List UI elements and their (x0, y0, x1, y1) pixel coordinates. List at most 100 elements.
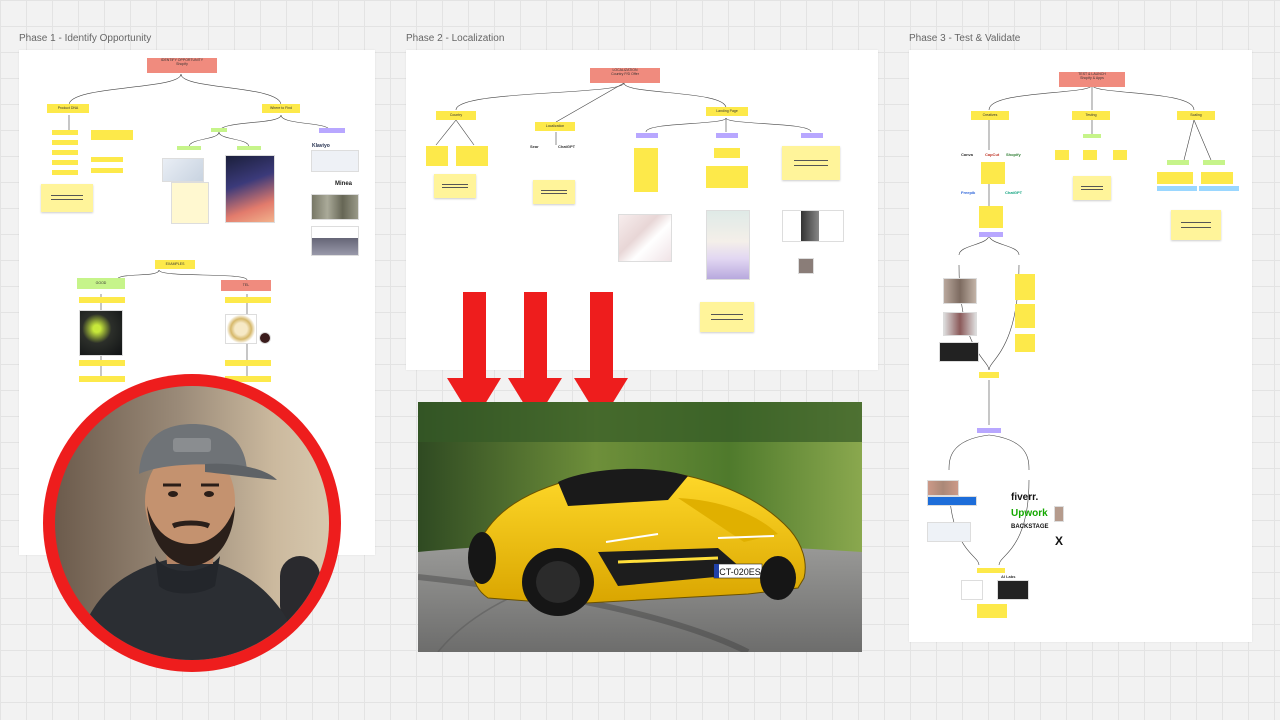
backstage-logo: BACKSTAGE (1011, 524, 1049, 530)
scaling-tree-a[interactable] (1157, 186, 1197, 191)
presenter-illustration (75, 424, 320, 660)
bad-example-1[interactable] (225, 297, 271, 303)
testing-sub[interactable] (1083, 134, 1101, 138)
phase1-root-node[interactable]: IDENTIFY OPPORTUNITY Shopify (147, 58, 217, 73)
country-node[interactable]: Country (436, 111, 476, 120)
final-note[interactable] (977, 604, 1007, 618)
scaling-tree-b[interactable] (1199, 186, 1239, 191)
find-sub-a[interactable] (177, 146, 201, 150)
supercar-illustration: CT-020ES (418, 402, 862, 652)
app-chatgpt-logo: ChatGPT (558, 144, 576, 149)
find-sub-b[interactable] (237, 146, 261, 150)
dna-sub-2[interactable] (52, 140, 78, 145)
fiverr-logo: fiverr. (1011, 492, 1039, 503)
find-sub-c[interactable] (319, 128, 345, 133)
lp-note-2[interactable] (714, 148, 740, 158)
scaling-sub-a[interactable] (1167, 160, 1189, 165)
testing-sticky[interactable] (1073, 176, 1111, 200)
landing-page-examples-2 (706, 210, 750, 280)
product-dna-node[interactable]: Product DNA (47, 104, 89, 113)
dna-sub-5[interactable] (52, 170, 78, 175)
upwork-logo: Upwork (1011, 508, 1048, 519)
lp-sub-3[interactable] (801, 133, 823, 138)
bad-product-image (225, 314, 257, 344)
arrow-middle-shaft (524, 292, 547, 380)
chatgpt-logo: ChatGPT (1005, 190, 1023, 195)
freepik-logo: Freepik (961, 190, 976, 195)
good-node[interactable]: GOOD (77, 278, 125, 289)
lp-note-1[interactable] (634, 148, 658, 192)
scaling-sticky[interactable] (1171, 210, 1221, 240)
find-sub-node[interactable] (211, 128, 227, 132)
bad-example-2[interactable] (225, 360, 271, 366)
scaling-sub-b[interactable] (1203, 160, 1225, 165)
landing-page-examples-1 (618, 214, 672, 262)
klaviyo-screenshot (311, 150, 359, 172)
arrow-left-shaft (463, 292, 486, 380)
phase1-sticky-1[interactable] (41, 184, 93, 212)
scaling-node[interactable]: Scaling (1177, 111, 1215, 120)
creatives-note-2[interactable] (979, 206, 1003, 228)
good-example-2[interactable] (79, 360, 125, 366)
platform-thumb (927, 522, 971, 542)
phase3-title: Phase 3 - Test & Validate (909, 33, 1021, 44)
spy-tool-screenshot (162, 158, 204, 182)
landing-page-sticky[interactable] (700, 302, 754, 332)
lp-sticky-3[interactable] (782, 146, 840, 180)
app-seo-logo: Sear (530, 144, 539, 149)
phase1-root-sub: Shopify (176, 62, 188, 67)
ad-bar-thumb (927, 496, 977, 506)
testing-c[interactable] (1113, 150, 1127, 160)
examples-node[interactable]: EXAMPLES (155, 260, 195, 269)
testing-a[interactable] (1055, 150, 1069, 160)
good-product-image (79, 310, 123, 356)
phase2-root-node[interactable]: LOCALIZATION Country P/D Offer (590, 68, 660, 83)
bad-node[interactable]: TEL (221, 280, 271, 291)
testing-b[interactable] (1083, 150, 1097, 160)
phase3-root-node[interactable]: TEST & LAUNCH Shopify & Apps (1059, 72, 1125, 87)
localization-node[interactable]: Localization (535, 122, 575, 131)
presenter-photo (55, 386, 329, 660)
lp-sub-2[interactable] (716, 133, 738, 138)
localization-sticky[interactable] (533, 180, 575, 204)
product-grid-screenshot (311, 194, 359, 220)
outsourcing-node[interactable] (977, 428, 1001, 433)
lp-note-3[interactable] (706, 166, 748, 188)
creatives-node[interactable]: Creatives (971, 111, 1009, 120)
ugc-thumb-1 (943, 278, 977, 304)
dna-side-note[interactable] (91, 130, 133, 140)
country-sub-1[interactable] (426, 146, 448, 166)
creatives-note[interactable] (981, 162, 1005, 184)
canva-logo: Canva (961, 152, 974, 157)
phase2-root-sub: Country P/D Offer (611, 72, 639, 77)
merge-node[interactable] (979, 372, 999, 378)
scaling-note-b[interactable] (1201, 172, 1233, 184)
klaviyo-logo: Klaviyo (312, 143, 330, 149)
dna-side-3[interactable] (91, 168, 123, 173)
dna-side-2[interactable] (91, 157, 123, 162)
ugc-note-3[interactable] (1015, 334, 1035, 352)
scaling-note-a[interactable] (1157, 172, 1193, 184)
lp-sub-1[interactable] (636, 133, 658, 138)
capcut-logo: CapCut (985, 152, 1000, 157)
dna-sub-4[interactable] (52, 160, 78, 165)
phase3-board[interactable]: TEST & LAUNCH Shopify & Apps Creatives T… (909, 50, 1252, 642)
ugc-note-2[interactable] (1015, 304, 1035, 328)
country-sticky[interactable] (434, 174, 476, 198)
landing-page-node[interactable]: Landing Page (706, 107, 748, 116)
phase2-title: Phase 2 - Localization (406, 33, 505, 44)
creatives-sub[interactable] (979, 232, 1003, 237)
phase1-title: Phase 1 - Identify Opportunity (19, 33, 152, 44)
phase3-root-sub: Shopify & Apps (1080, 76, 1104, 81)
dna-sub-1[interactable] (52, 130, 78, 135)
ugc-note-1[interactable] (1015, 274, 1035, 300)
where-to-find-node[interactable]: Where to Find (262, 104, 300, 113)
dna-sub-3[interactable] (52, 150, 78, 155)
country-sub-2[interactable] (456, 146, 488, 166)
landing-page-examples-4 (798, 258, 814, 274)
good-example-3[interactable] (79, 376, 125, 382)
arrow-right-shaft (590, 292, 613, 380)
testing-node[interactable]: Testing (1072, 111, 1110, 120)
final-node[interactable] (977, 568, 1005, 573)
good-example-1[interactable] (79, 297, 125, 303)
